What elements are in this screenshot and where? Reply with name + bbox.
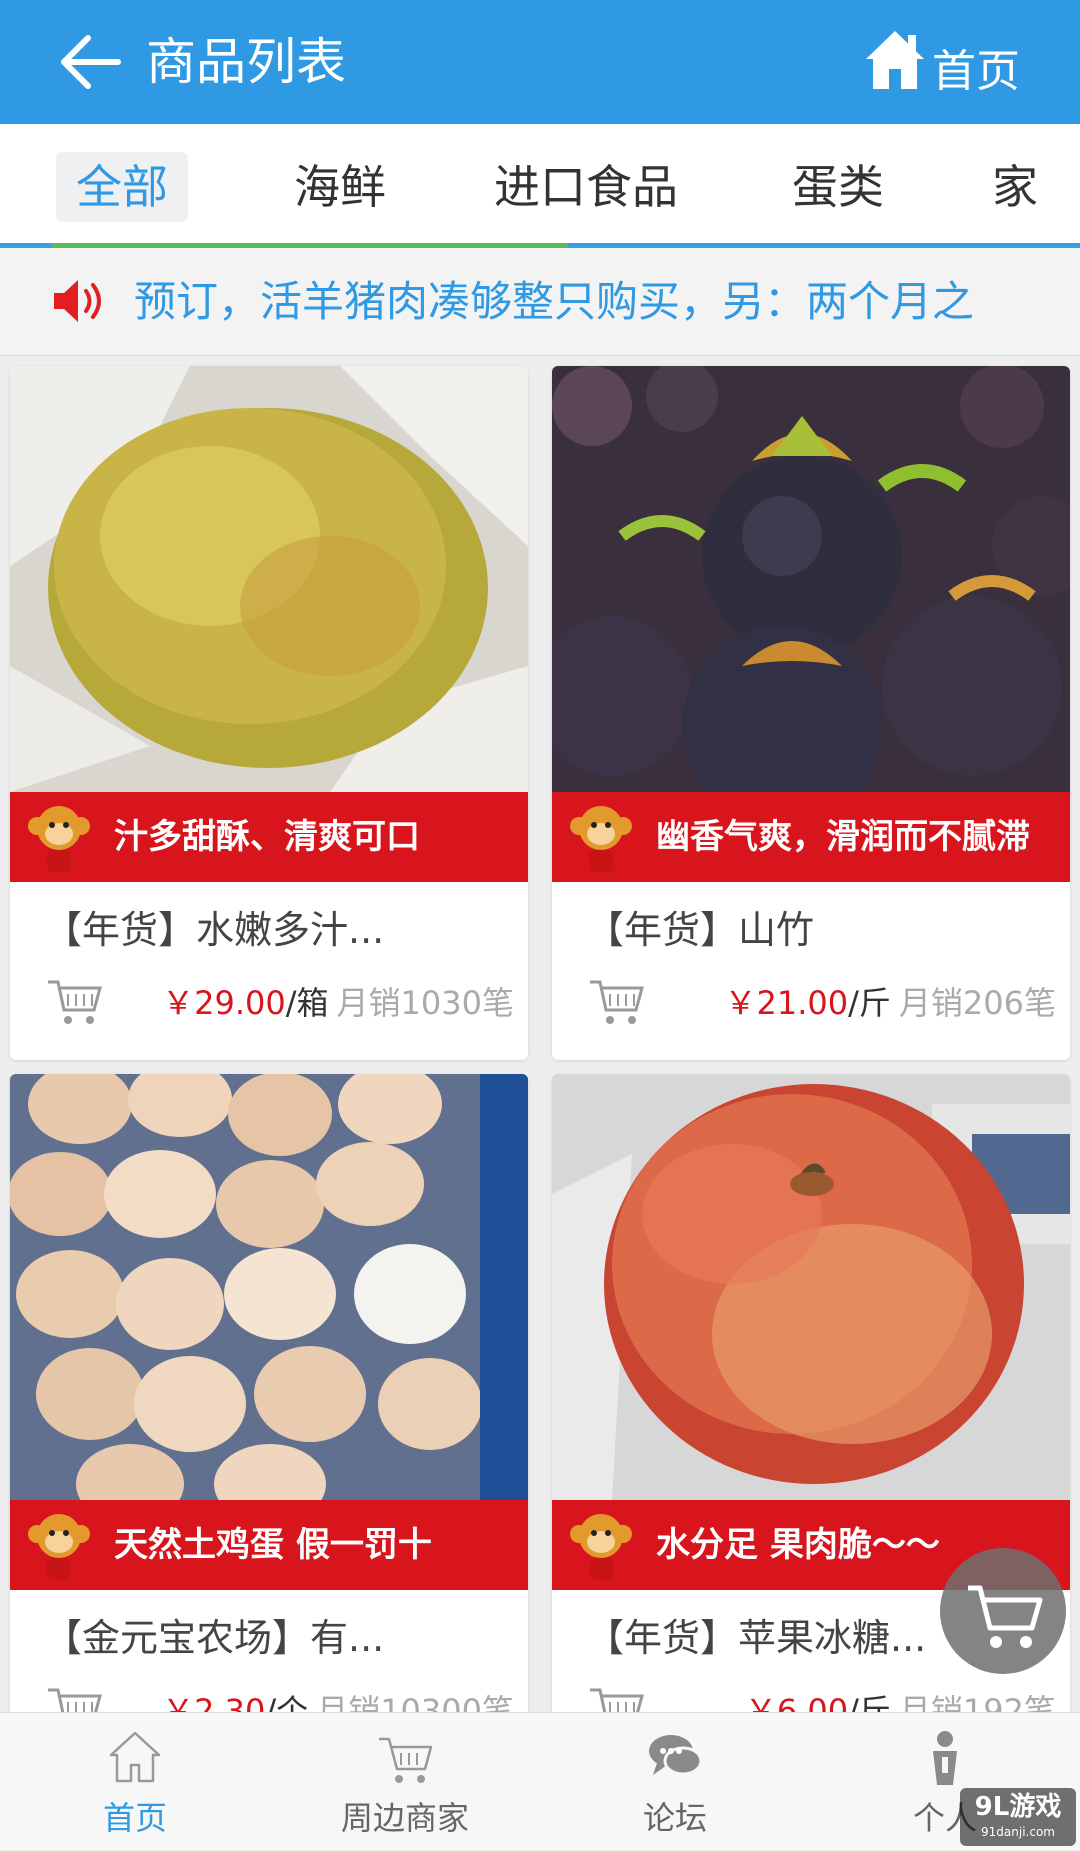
monthly-sales: 月销1030笔: [336, 984, 514, 1022]
monthly-sales: 月销206笔: [898, 984, 1056, 1022]
tab-eggs[interactable]: 蛋类: [792, 152, 884, 222]
add-to-cart-icon[interactable]: [588, 976, 644, 1028]
monkey-mascot-icon: [28, 1514, 90, 1580]
add-to-cart-icon[interactable]: [46, 976, 102, 1028]
product-price: ￥21.00: [724, 984, 849, 1022]
product-price: ￥6.00: [744, 1692, 849, 1712]
price-row: ￥29.00/箱 月销1030笔: [162, 978, 514, 1028]
promo-banner: 幽香气爽，滑润而不腻滞: [552, 792, 1070, 882]
house-icon: [866, 31, 924, 89]
nav-label: 论坛: [642, 1799, 707, 1837]
monkey-mascot-icon: [570, 1514, 632, 1580]
tab-seafood[interactable]: 海鲜: [294, 152, 386, 222]
nav-nearby-merchants[interactable]: 周边商家: [270, 1713, 540, 1851]
page-title: 商品列表: [146, 33, 346, 91]
product-name[interactable]: 【年货】水嫩多汁...: [44, 902, 384, 958]
product-price: ￥2.30: [162, 1692, 266, 1712]
nav-home[interactable]: 首页: [0, 1713, 270, 1851]
product-image-pear: [10, 366, 528, 792]
person-icon: [933, 1731, 957, 1785]
floating-cart-button[interactable]: [940, 1548, 1066, 1674]
monkey-mascot-icon: [570, 806, 632, 872]
monkey-mascot-icon: [28, 806, 90, 872]
product-price: ￥29.00: [162, 984, 286, 1022]
product-name[interactable]: 【年货】山竹: [586, 902, 814, 958]
product-card[interactable]: 幽香气爽，滑润而不腻滞 【年货】山竹 ￥21.00/斤 月销206笔: [552, 366, 1070, 1060]
app-header: 商品列表 首页: [0, 0, 1080, 124]
home-label: 首页: [932, 46, 1020, 97]
product-name[interactable]: 【年货】苹果冰糖...: [586, 1610, 926, 1666]
speaker-icon: [54, 280, 101, 322]
tab-imported-food[interactable]: 进口食品: [494, 152, 678, 222]
watermark-url: 91danji.com: [981, 1825, 1055, 1839]
product-image-eggs: [10, 1074, 528, 1500]
watermark-logo: 9L游戏: [974, 1792, 1062, 1822]
product-slogan: 天然土鸡蛋 假一罚十: [114, 1525, 432, 1565]
product-unit: /斤: [848, 1692, 891, 1712]
product-grid: 汁多甜酥、清爽可口 【年货】水嫩多汁... ￥29.00/箱 月销1030笔 幽…: [0, 356, 1080, 1712]
product-image-apple: [552, 1074, 1070, 1500]
product-image-mangosteen: [552, 366, 1070, 792]
product-card[interactable]: 汁多甜酥、清爽可口 【年货】水嫩多汁... ￥29.00/箱 月销1030笔: [10, 366, 528, 1060]
price-row: ￥21.00/斤 月销206笔: [724, 978, 1056, 1028]
nav-forum[interactable]: 论坛: [540, 1713, 810, 1851]
product-slogan: 幽香气爽，滑润而不腻滞: [656, 817, 1030, 857]
product-card[interactable]: 天然土鸡蛋 假一罚十 【金元宝农场】有... ￥2.30/个 月销10300笔: [10, 1074, 528, 1712]
shopping-cart-icon: [968, 1585, 1043, 1648]
category-tabs: 全部 海鲜 进口食品 蛋类 家: [0, 124, 1080, 248]
monthly-sales: 月销10300笔: [316, 1692, 514, 1712]
bottom-navigation: 首页 周边商家 论坛 个人: [0, 1712, 1080, 1850]
site-watermark: 9L游戏 91danji.com: [960, 1788, 1076, 1846]
tab-home[interactable]: 家: [992, 152, 1038, 222]
nav-label: 首页: [102, 1799, 167, 1837]
add-to-cart-icon[interactable]: [588, 1684, 644, 1712]
product-slogan: 水分足 果肉脆～～: [656, 1525, 940, 1565]
product-name[interactable]: 【金元宝农场】有...: [44, 1610, 384, 1666]
home-button[interactable]: 首页: [864, 18, 1020, 102]
promo-banner: 天然土鸡蛋 假一罚十: [10, 1500, 528, 1590]
price-row: ￥6.00/斤 月销192笔: [745, 1686, 1056, 1712]
back-button[interactable]: [56, 30, 126, 94]
home-icon: [109, 1731, 161, 1783]
product-unit: /个: [265, 1692, 309, 1712]
add-to-cart-icon[interactable]: [46, 1684, 102, 1712]
back-arrow-icon: [61, 35, 121, 89]
product-unit: /斤: [848, 984, 891, 1022]
price-row: ￥2.30/个 月销10300笔: [162, 1686, 514, 1712]
product-unit: /箱: [285, 984, 329, 1022]
monthly-sales: 月销192笔: [898, 1692, 1056, 1712]
notice-text: 预订，活羊猪肉凑够整只购买，另：两个月之: [134, 277, 975, 326]
tab-all[interactable]: 全部: [56, 152, 188, 222]
notice-bar[interactable]: 预订，活羊猪肉凑够整只购买，另：两个月之: [0, 248, 1080, 356]
promo-banner: 汁多甜酥、清爽可口: [10, 792, 528, 882]
nav-label: 周边商家: [340, 1799, 469, 1837]
cart-icon: [379, 1737, 433, 1783]
product-slogan: 汁多甜酥、清爽可口: [114, 817, 420, 857]
chat-icon: [649, 1735, 703, 1776]
